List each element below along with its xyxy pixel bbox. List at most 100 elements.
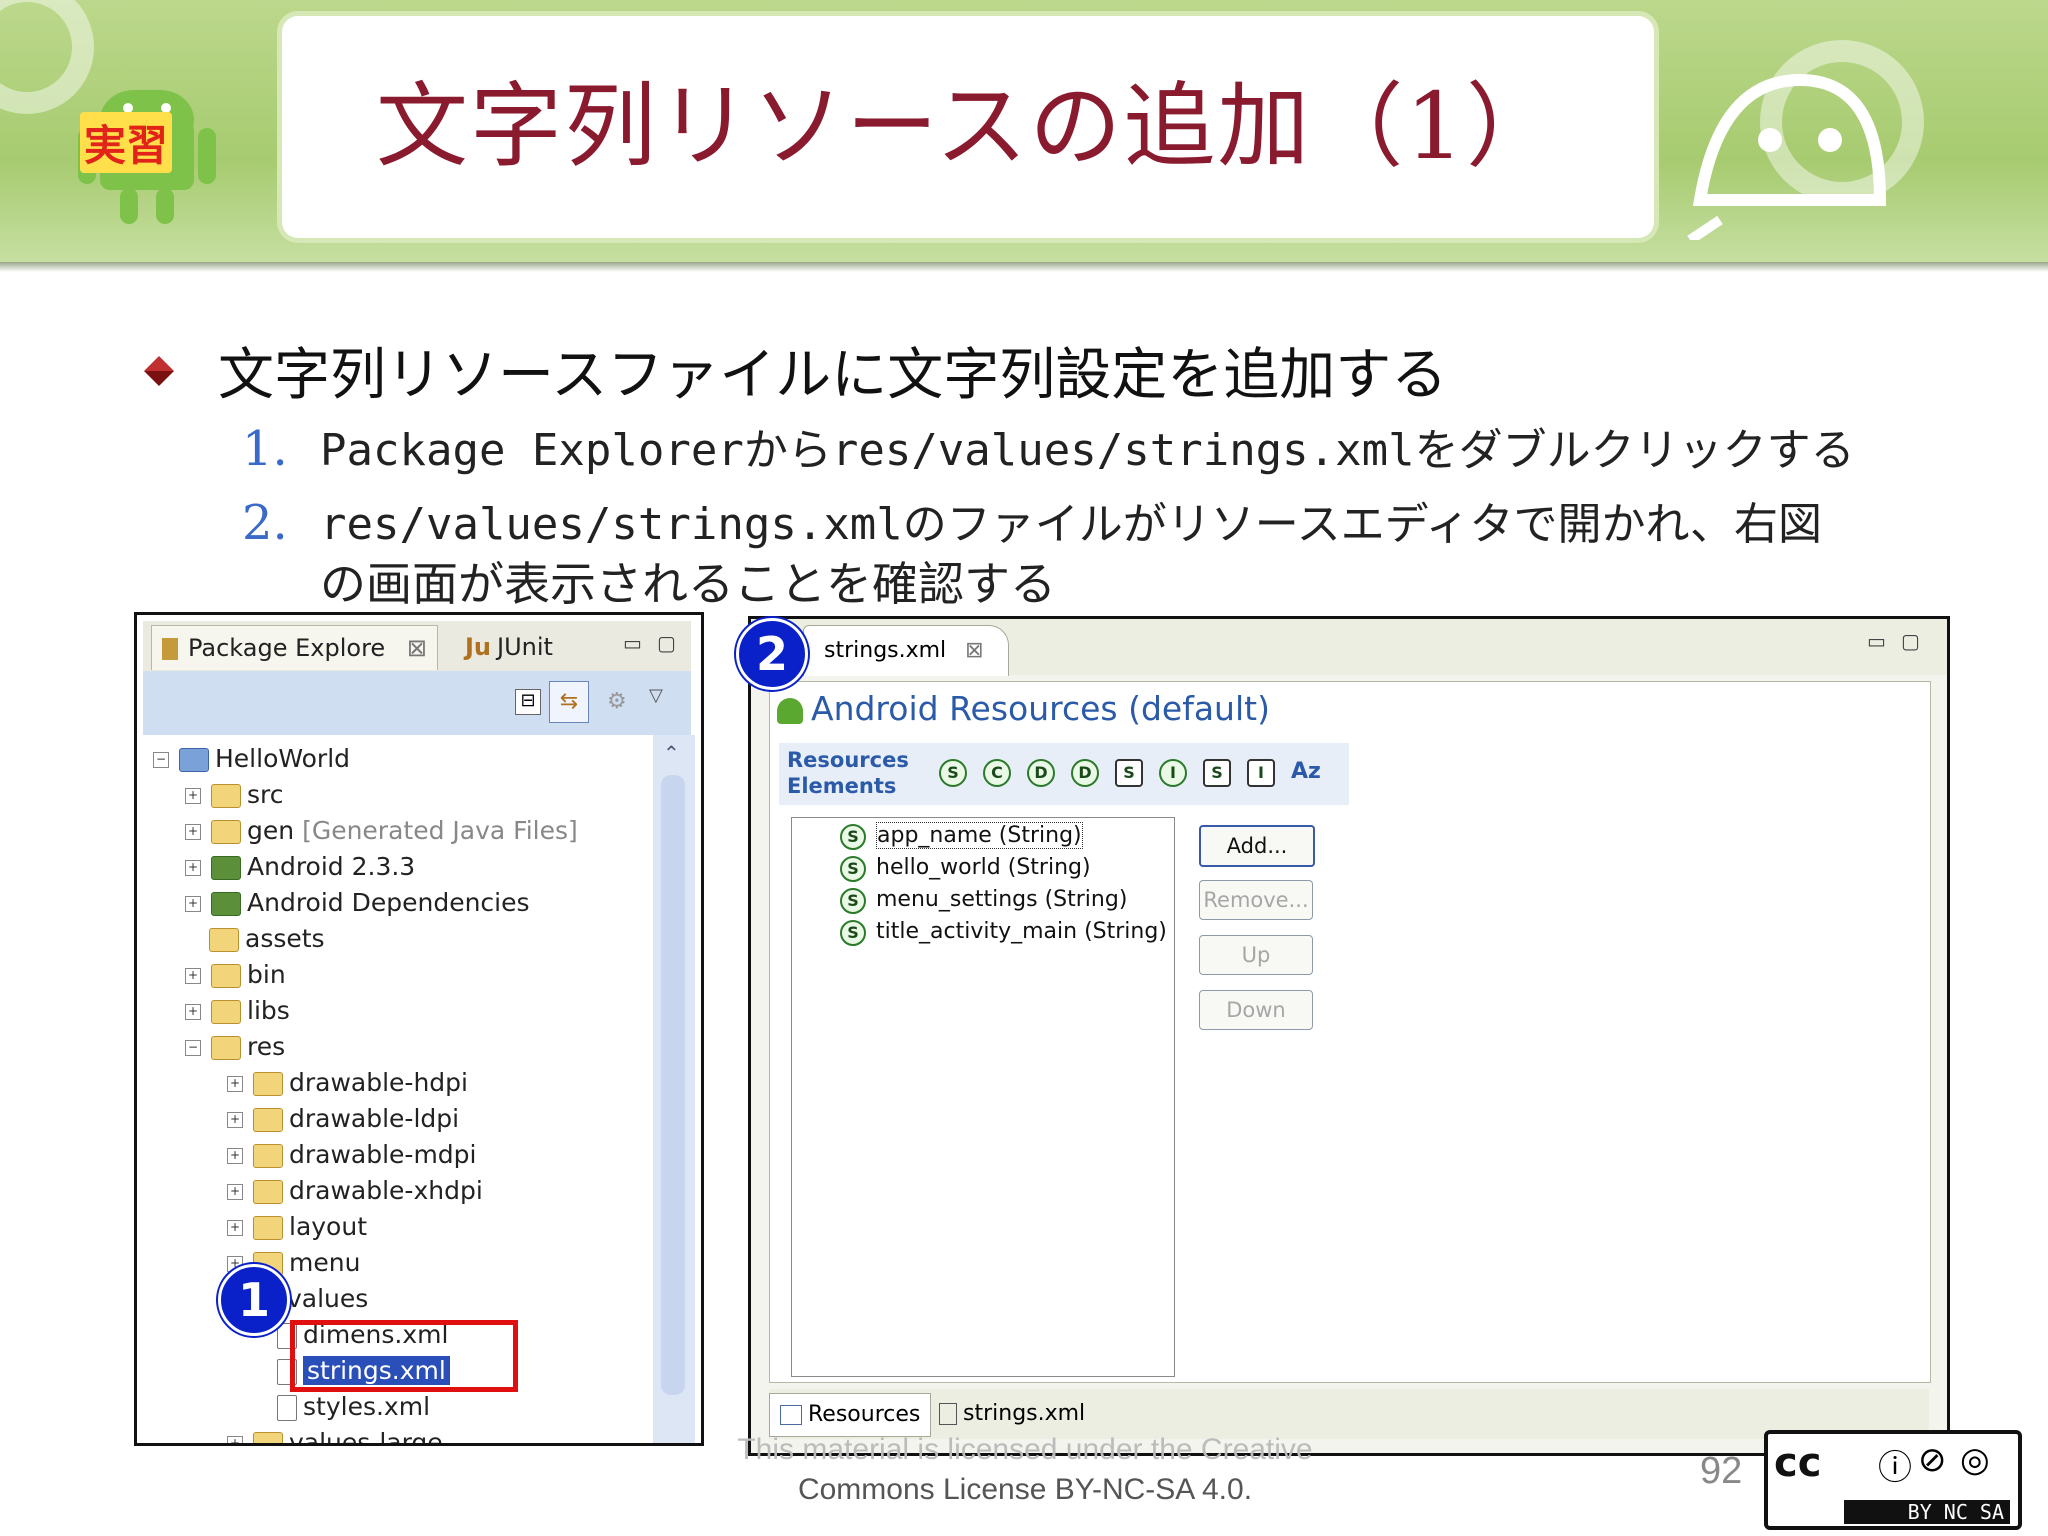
element-type-toolbar: S C D D S I S I Az xyxy=(939,759,1321,787)
tab-package-explorer[interactable]: Package Explore ⊠ xyxy=(151,625,438,670)
expand-icon[interactable]: + xyxy=(185,968,201,984)
expand-icon[interactable]: + xyxy=(185,824,201,840)
tree-item-assets[interactable]: assets xyxy=(209,921,325,957)
tab-junit[interactable]: Ju JUnit xyxy=(465,625,553,669)
tab-strings-xml[interactable]: strings.xml ⊠ xyxy=(803,625,1009,676)
tab-label: Resources xyxy=(808,1402,921,1427)
filter-icon[interactable]: ⚙ xyxy=(607,689,627,714)
package-explorer-icon xyxy=(162,638,178,660)
editor-tabbar: strings.xml ⊠ ▭ ▢ xyxy=(751,619,1947,676)
collapse-icon[interactable]: − xyxy=(185,1040,201,1056)
down-button[interactable]: Down xyxy=(1199,990,1313,1030)
expand-icon[interactable]: + xyxy=(185,860,201,876)
tree-item-drawable-mdpi[interactable]: + drawable-mdpi xyxy=(227,1137,477,1173)
remove-button[interactable]: Remove... xyxy=(1199,880,1313,920)
list-item[interactable]: Smenu_settings (String) xyxy=(840,884,1127,916)
maximize-icon[interactable]: ▢ xyxy=(1901,629,1920,653)
list-item[interactable]: Sapp_name (String) xyxy=(840,820,1083,852)
close-icon[interactable]: ⊠ xyxy=(407,634,427,662)
list-item-label: title_activity_main (String) xyxy=(876,919,1167,944)
tree-item-layout[interactable]: + layout xyxy=(227,1209,367,1245)
list-item[interactable]: Shello_world (String) xyxy=(840,852,1091,884)
scroll-up-icon[interactable]: ⌃ xyxy=(663,741,680,765)
noncommercial-icon: ⊘ xyxy=(1918,1440,1947,1480)
resource-editor-screenshot: strings.xml ⊠ ▭ ▢ Android Resources (def… xyxy=(748,616,1950,1456)
list-item[interactable]: Stitle_activity_main (String) xyxy=(840,916,1167,948)
tree-item-label: layout xyxy=(289,1212,368,1241)
tree-item-libs[interactable]: + libs xyxy=(185,993,290,1029)
tree-item-android-dependencies[interactable]: + Android Dependencies xyxy=(185,885,530,921)
collapse-all-icon[interactable]: ⊟ xyxy=(515,689,541,715)
expand-icon[interactable]: + xyxy=(185,896,201,912)
tree-item-label: gen xyxy=(247,816,295,845)
tree-item-android-233[interactable]: + Android 2.3.3 xyxy=(185,849,415,885)
tree-item-label: drawable-ldpi xyxy=(289,1104,460,1133)
integer-array-type-icon[interactable]: I xyxy=(1247,759,1275,787)
resource-elements-list: Sapp_name (String) Shello_world (String)… xyxy=(791,817,1175,1377)
style-type-icon[interactable]: S xyxy=(1115,759,1143,787)
practice-badge: 実習 xyxy=(80,112,173,173)
dimension-type-icon[interactable]: D xyxy=(1027,759,1055,787)
string-type-icon[interactable]: S xyxy=(939,759,967,787)
tab-label: strings.xml xyxy=(963,1401,1086,1426)
item-type-icon[interactable]: I xyxy=(1159,759,1187,787)
tree-item-drawable-ldpi[interactable]: + drawable-ldpi xyxy=(227,1101,459,1137)
resources-elements-label: Resources Elements xyxy=(787,747,909,799)
tab-strings-xml-source[interactable]: strings.xml xyxy=(929,1393,1095,1435)
expand-icon[interactable]: + xyxy=(227,1184,243,1200)
folder-icon xyxy=(253,1180,283,1204)
link-with-editor-icon[interactable]: ⇆ xyxy=(549,681,589,723)
package-explorer-toolbar: ⊟ ⇆ ⚙ ▽ xyxy=(143,671,691,735)
up-button[interactable]: Up xyxy=(1199,935,1313,975)
source-folder-icon xyxy=(211,784,241,808)
tree-item-res[interactable]: − res xyxy=(185,1029,285,1065)
tree-item-label: drawable-mdpi xyxy=(289,1140,477,1169)
drawable-type-icon[interactable]: D xyxy=(1071,759,1099,787)
vertical-scrollbar[interactable]: ⌃ xyxy=(653,735,695,1443)
tree-item-helloworld[interactable]: − HelloWorld xyxy=(153,741,350,777)
color-type-icon[interactable]: C xyxy=(983,759,1011,787)
string-icon: S xyxy=(840,856,866,882)
tree-item-drawable-hdpi[interactable]: + drawable-hdpi xyxy=(227,1065,468,1101)
source-folder-icon xyxy=(211,820,241,844)
string-array-type-icon[interactable]: S xyxy=(1203,759,1231,787)
tree-item-styles-xml[interactable]: styles.xml xyxy=(277,1389,430,1425)
tree-item-label: src xyxy=(247,780,284,809)
tree-item-values-large[interactable]: + values-large xyxy=(227,1425,443,1443)
expand-icon[interactable]: + xyxy=(227,1148,243,1164)
editor-heading: Android Resources (default) xyxy=(777,689,1270,728)
folder-icon xyxy=(211,1000,241,1024)
tree-item-label: Android Dependencies xyxy=(247,888,530,917)
step-marker-1: 1 xyxy=(218,1264,290,1336)
collapse-icon[interactable]: − xyxy=(153,752,169,768)
expand-icon[interactable]: + xyxy=(227,1436,243,1443)
xml-source-icon xyxy=(939,1403,957,1425)
tree-item-label: assets xyxy=(245,924,325,953)
minimize-icon[interactable]: ▭ xyxy=(623,631,642,655)
minimize-icon[interactable]: ▭ xyxy=(1867,629,1886,653)
expand-icon[interactable]: + xyxy=(227,1220,243,1236)
folder-icon xyxy=(211,964,241,988)
step-number: 1. xyxy=(242,421,288,477)
tree-item-bin[interactable]: + bin xyxy=(185,957,286,993)
step-text: res/values/strings.xmlのファイルがリソースエディタで開かれ… xyxy=(320,499,1822,550)
elements-label: Elements xyxy=(787,774,897,798)
maximize-icon[interactable]: ▢ xyxy=(657,631,676,655)
expand-icon[interactable]: + xyxy=(227,1112,243,1128)
close-icon[interactable]: ⊠ xyxy=(965,638,983,663)
string-icon: S xyxy=(840,920,866,946)
tree-item-label: drawable-hdpi xyxy=(289,1068,468,1097)
string-icon: S xyxy=(840,824,866,850)
tree-item-drawable-xhdpi[interactable]: + drawable-xhdpi xyxy=(227,1173,483,1209)
expand-icon[interactable]: + xyxy=(185,788,201,804)
view-menu-icon[interactable]: ▽ xyxy=(649,685,663,706)
folder-icon xyxy=(209,928,239,952)
tree-item-src[interactable]: + src xyxy=(185,777,284,813)
expand-icon[interactable]: + xyxy=(227,1076,243,1092)
expand-icon[interactable]: + xyxy=(185,1004,201,1020)
add-button[interactable]: Add... xyxy=(1199,825,1315,867)
scrollbar-thumb[interactable] xyxy=(661,775,685,1395)
sort-az-icon[interactable]: Az xyxy=(1291,759,1321,784)
tree-item-gen[interactable]: + gen [Generated Java Files] xyxy=(185,813,578,849)
tree-item-hint: [Generated Java Files] xyxy=(302,816,578,845)
